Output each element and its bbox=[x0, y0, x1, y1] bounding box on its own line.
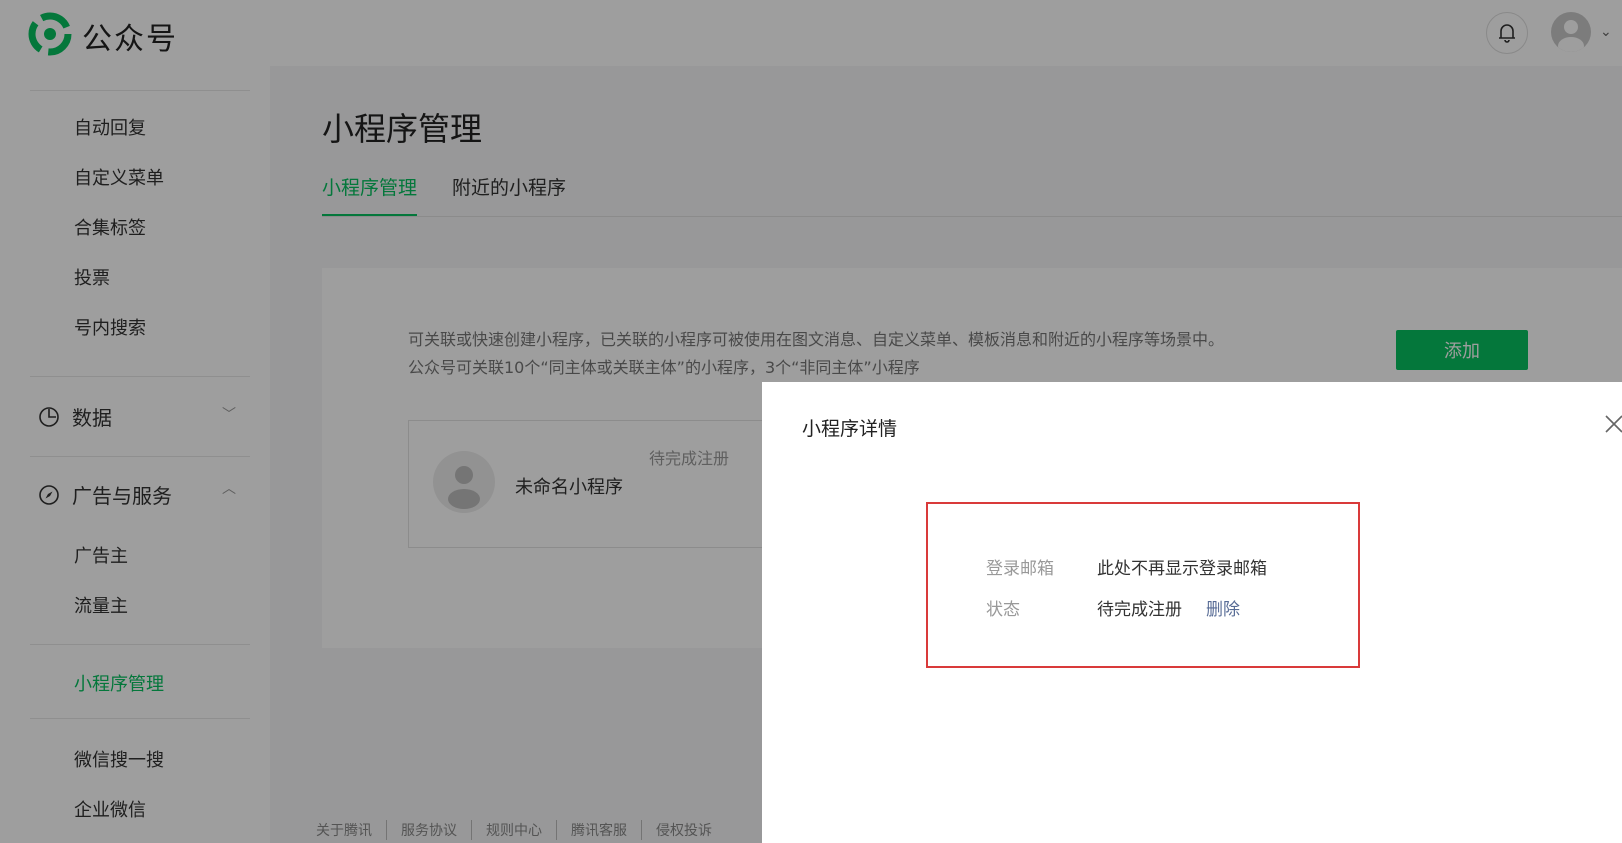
close-icon[interactable] bbox=[1602, 412, 1622, 436]
email-label: 登录邮箱 bbox=[986, 559, 1054, 579]
mini-program-detail-dialog: 小程序详情 登录邮箱 此处不再显示登录邮箱 状态 待完成注册 删除 bbox=[762, 382, 1622, 843]
status-value: 待完成注册 bbox=[1097, 600, 1182, 620]
email-value: 此处不再显示登录邮箱 bbox=[1097, 559, 1267, 579]
highlight-box bbox=[926, 502, 1360, 668]
status-label: 状态 bbox=[986, 600, 1020, 620]
delete-link[interactable]: 删除 bbox=[1206, 595, 1240, 620]
dialog-title: 小程序详情 bbox=[802, 418, 898, 440]
